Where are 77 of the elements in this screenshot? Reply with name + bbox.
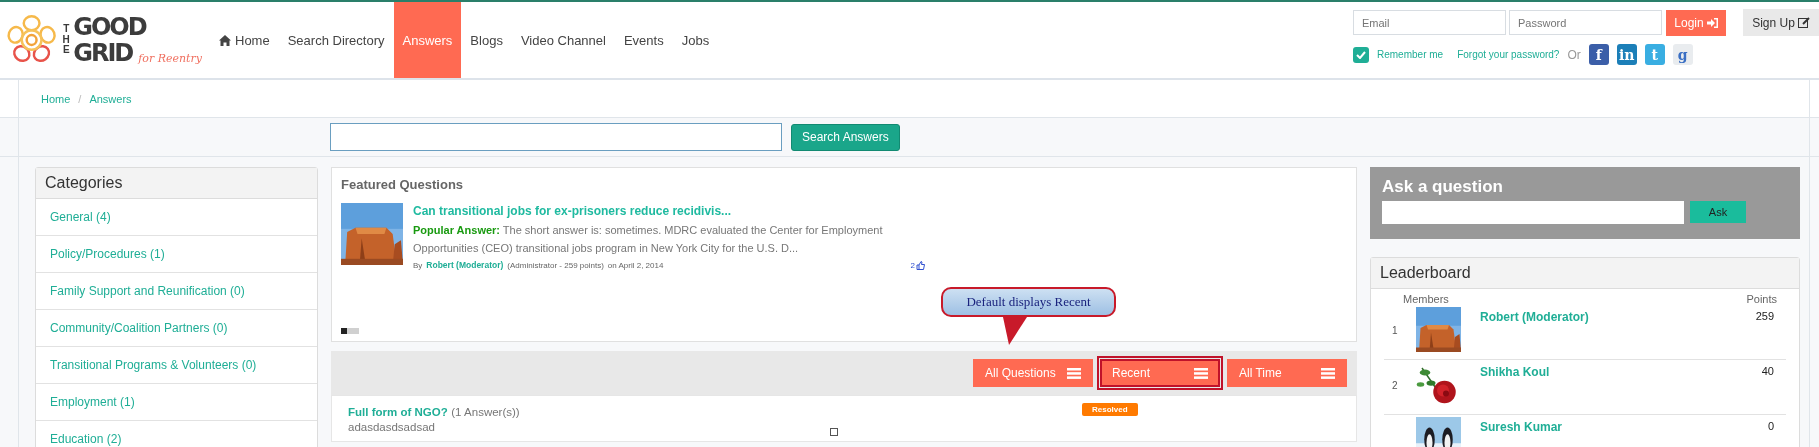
sign-in-icon [1706, 17, 1718, 28]
square-icon [830, 428, 838, 436]
google-icon[interactable]: g [1672, 44, 1693, 65]
answer-text: Popular Answer: The short answer is: sometimes. MDRC evaluated the Center for Employment Opportunities (CEO) transitional jobs program in New York City for the U.S. D... [413, 223, 884, 256]
password-field[interactable]: Password [1509, 10, 1662, 35]
category-link[interactable]: Employment (1) [50, 395, 135, 409]
rank-number: 1 [1391, 325, 1399, 336]
category-link[interactable]: General (4) [50, 210, 111, 224]
filter-button[interactable]: Recent [1100, 359, 1220, 387]
by-label: By [413, 261, 423, 270]
slide-indicator[interactable] [341, 328, 347, 334]
panel-title: Leaderboard [1371, 258, 1799, 289]
column-header: Points [1746, 293, 1777, 305]
sign-up-button[interactable]: Sign Up [1743, 9, 1819, 36]
or-label: Or [1567, 47, 1581, 62]
question-link[interactable]: Full form of NGO? [348, 406, 448, 418]
section-title: Featured Questions [341, 177, 465, 192]
slide-indicator[interactable] [347, 328, 353, 334]
remember-label[interactable]: Remember me [1377, 49, 1444, 60]
nav-tab[interactable]: Blogs [461, 2, 512, 78]
edit-icon [1797, 17, 1810, 28]
breadcrumb-link[interactable]: Home [41, 92, 71, 105]
filter-button[interactable]: All Time [1227, 359, 1347, 387]
rank-number: 2 [1391, 380, 1399, 391]
answer-count: (1 Answer(s)) [451, 406, 520, 418]
question-field[interactable] [1382, 201, 1684, 224]
member-link[interactable]: Suresh Kumar [1480, 420, 1726, 434]
checkmark-icon [1356, 50, 1366, 59]
ask-button[interactable]: Ask [1690, 201, 1746, 223]
points-value: 0 [1766, 420, 1775, 432]
panel-title: Categories [36, 168, 317, 199]
thumbs-up-icon [916, 261, 925, 270]
author-link[interactable]: Robert (Moderator) [426, 260, 504, 270]
search-button[interactable]: Search Answers [791, 123, 900, 151]
status-badge: Resolved [1082, 403, 1138, 416]
points-value: 259 [1754, 310, 1775, 322]
slide-indicator[interactable] [353, 328, 359, 334]
category-link[interactable]: Education (2) [50, 432, 122, 446]
author-role: (Administrator - 259 points) [507, 261, 604, 270]
menu-icon [1321, 367, 1335, 379]
nav-tab[interactable]: Jobs [672, 2, 719, 78]
question-text: adasdasdsadsad [348, 421, 436, 433]
points-value: 40 [1760, 365, 1775, 377]
email-field[interactable]: Email [1353, 10, 1506, 35]
question-link[interactable]: Can transitional jobs for ex-prisoners reduce recidivis... [413, 204, 732, 218]
category-link[interactable]: Family Support and Reunification (0) [50, 284, 245, 298]
remember-checkbox[interactable] [1353, 46, 1369, 63]
menu-icon [1067, 367, 1081, 379]
logo-text: GRID [73, 40, 133, 66]
logo-tagline: for Reentry [138, 52, 202, 66]
category-link[interactable]: Community/Coalition Partners (0) [50, 321, 228, 335]
logo-text: THE [61, 24, 71, 56]
menu-icon [1194, 367, 1208, 379]
member-link[interactable]: Shikha Koul [1480, 365, 1726, 379]
nav-tab[interactable]: Home [210, 2, 279, 78]
breadcrumb-link[interactable]: Answers [89, 92, 132, 105]
login-button[interactable]: Login [1666, 9, 1726, 36]
post-date: on April 2, 2014 [607, 261, 664, 270]
like-count[interactable]: 2 [910, 261, 925, 270]
forgot-password-link[interactable]: Forgot your password? [1457, 49, 1560, 60]
nav-tab[interactable]: Search Directory [278, 2, 394, 78]
home-icon [219, 34, 231, 46]
twitter-icon[interactable]: t [1644, 44, 1665, 65]
ask-title: Ask a question [1382, 177, 1504, 197]
column-header: Members [1403, 293, 1449, 305]
nav-tab[interactable]: Video Channel [511, 2, 615, 78]
linkedin-icon[interactable]: in [1616, 44, 1637, 65]
breadcrumb-separator: / [78, 92, 82, 105]
category-link[interactable]: Transitional Programs & Volunteers (0) [50, 358, 257, 372]
facebook-icon[interactable]: f [1588, 44, 1609, 65]
logo-text: GOOD [73, 14, 148, 40]
nav-tab[interactable]: Events [614, 2, 673, 78]
member-link[interactable]: Robert (Moderator) [1480, 310, 1726, 324]
search-field[interactable] [330, 123, 782, 151]
nav-tab[interactable]: Answers [393, 2, 462, 78]
category-link[interactable]: Policy/Procedures (1) [50, 247, 165, 261]
filter-button[interactable]: All Questions [973, 359, 1093, 387]
